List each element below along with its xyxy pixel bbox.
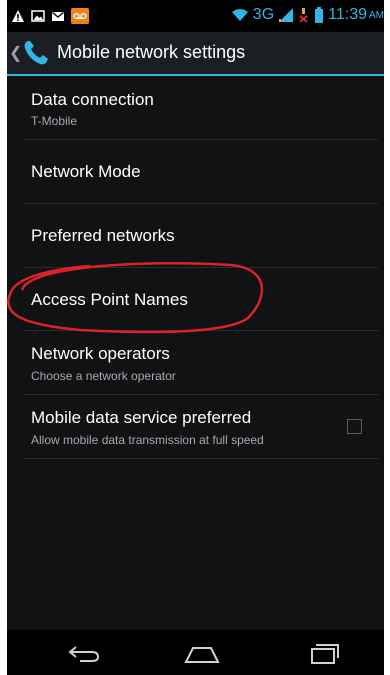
setting-title: Mobile data service preferred <box>31 408 252 427</box>
battery-icon <box>315 7 324 23</box>
setting-subtitle: Allow mobile data transmission at full s… <box>31 433 264 447</box>
home-icon[interactable] <box>182 640 222 666</box>
wifi-icon <box>231 9 248 21</box>
setting-mobile-data-preferred[interactable]: Mobile data service preferred Allow mobi… <box>7 395 384 458</box>
phone-screen: 3G 11:39 AM ❮ Mobile network settings Da… <box>7 0 384 675</box>
clock: 11:39 <box>328 6 367 23</box>
phone-icon[interactable] <box>21 38 51 68</box>
page-title: Mobile network settings <box>57 42 246 62</box>
no-sim-icon <box>299 8 308 23</box>
gmail-icon <box>52 11 64 21</box>
setting-data-connection[interactable]: Data connection T-Mobile <box>7 76 384 139</box>
back-icon[interactable] <box>64 640 104 666</box>
setting-preferred-networks[interactable]: Preferred networks <box>7 204 384 267</box>
setting-title: Data connection <box>31 90 154 109</box>
setting-network-operators[interactable]: Network operators Choose a network opera… <box>7 331 384 394</box>
setting-subtitle: T-Mobile <box>31 114 78 128</box>
picture-icon <box>31 10 45 22</box>
setting-access-point-names[interactable]: Access Point Names <box>7 268 384 330</box>
navigation-bar <box>7 630 384 675</box>
notification-icons <box>11 8 89 24</box>
setting-subtitle: Choose a network operator <box>31 369 176 383</box>
voicemail-icon <box>71 8 89 24</box>
warning-icon <box>12 10 24 22</box>
system-icons: 3G 11:39 AM <box>231 6 384 24</box>
recent-apps-icon[interactable] <box>304 640 344 666</box>
setting-title: Access Point Names <box>31 290 188 309</box>
setting-title: Network Mode <box>31 162 141 181</box>
status-bar: 3G 11:39 AM <box>7 0 384 32</box>
settings-list: Data connection T-Mobile Network Mode Pr… <box>7 76 384 630</box>
clock-ampm: AM <box>369 9 384 21</box>
mobile-data-preferred-checkbox[interactable] <box>347 419 362 434</box>
setting-network-mode[interactable]: Network Mode <box>7 140 384 203</box>
setting-title: Preferred networks <box>31 226 175 245</box>
divider <box>23 458 378 459</box>
signal-icon <box>279 8 294 22</box>
action-bar: ❮ Mobile network settings <box>7 32 384 76</box>
network-type: 3G <box>252 6 275 23</box>
setting-title: Network operators <box>31 344 170 363</box>
